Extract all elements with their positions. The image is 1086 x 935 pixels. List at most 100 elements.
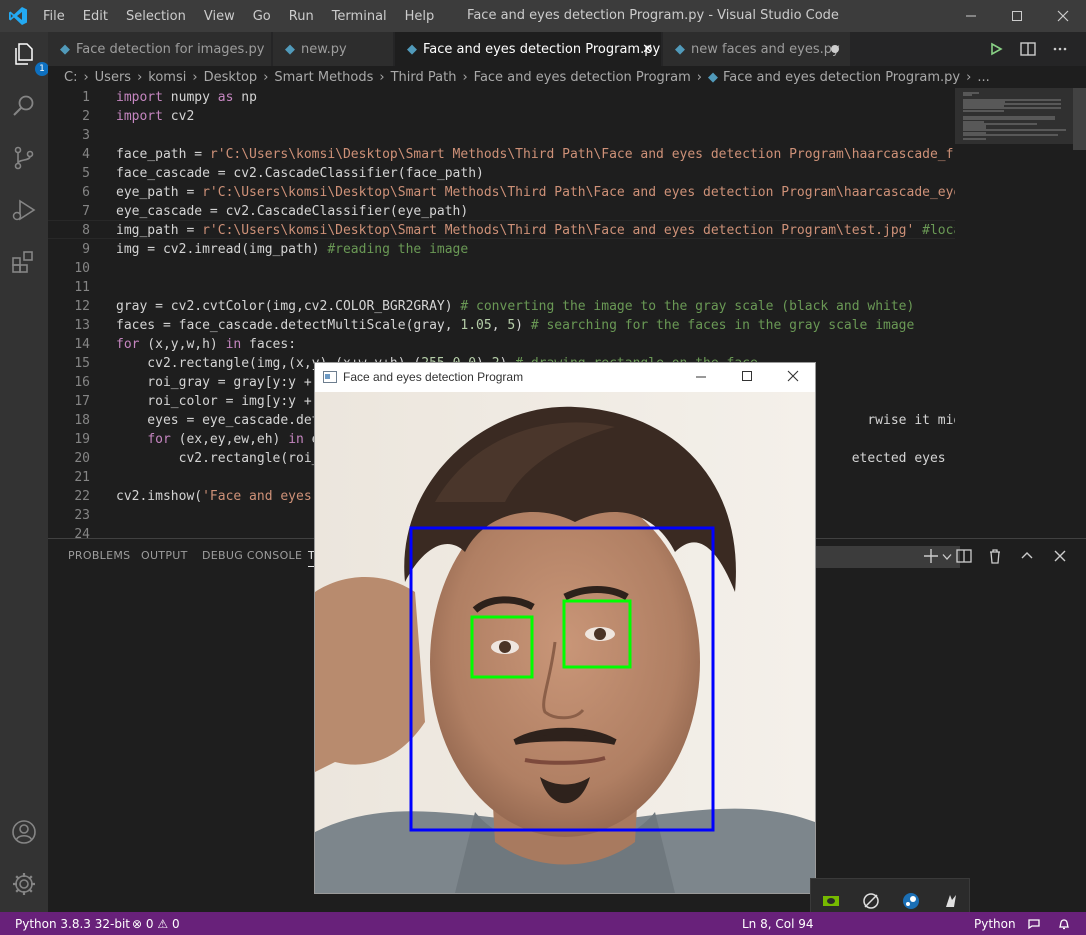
python-interpreter[interactable]: Python 3.8.3 32-bit [15, 917, 130, 931]
line-number: 2 [82, 109, 90, 124]
line-number: 24 [74, 527, 90, 538]
maximize-panel-button[interactable] [1018, 547, 1036, 565]
unsaved-dot-icon[interactable] [831, 45, 839, 53]
line-number: 17 [74, 394, 90, 409]
chevron-right-icon: › [137, 69, 143, 85]
close-tab-icon[interactable]: ✕ [642, 42, 653, 57]
close-icon[interactable] [787, 370, 799, 382]
line-number: 20 [74, 451, 90, 466]
line-number: 15 [74, 356, 90, 371]
breadcrumb-item[interactable]: Face and eyes detection Program.py [723, 70, 960, 85]
minimize-button[interactable] [948, 0, 994, 32]
explorer-button[interactable]: 1 [10, 40, 49, 76]
app-tray-icon[interactable] [941, 891, 961, 911]
breadcrumb-item[interactable]: Third Path [391, 70, 457, 85]
menu-go[interactable]: Go [244, 9, 280, 24]
menu-edit[interactable]: Edit [74, 9, 117, 24]
line-number: 23 [74, 508, 90, 523]
bell-icon[interactable] [1056, 916, 1072, 932]
line-number: 19 [74, 432, 90, 447]
menu-file[interactable]: File [34, 9, 74, 24]
breadcrumb-item[interactable]: komsi [148, 70, 186, 85]
code-line: for (ex,ey,ew,eh) in e [147, 432, 320, 447]
line-number: 10 [74, 261, 90, 276]
tab-face-and-eyes-detection-program[interactable]: ◆ Face and eyes detection Program.py ✕ [395, 32, 662, 66]
trash-icon [990, 549, 1000, 564]
menu-selection[interactable]: Selection [117, 9, 195, 24]
menu-bar: File Edit Selection View Go Run Terminal… [34, 0, 443, 32]
image-window-titlebar[interactable]: Face and eyes detection Program [315, 363, 815, 392]
line-number: 1 [82, 90, 90, 105]
tab-face-detection-for-images[interactable]: ◆ Face detection for images.py [48, 32, 272, 66]
breadcrumb-item[interactable]: Users [95, 70, 131, 85]
maximize-icon[interactable] [741, 370, 753, 382]
manage-button[interactable] [10, 870, 38, 898]
run-python-file-button[interactable] [981, 32, 1011, 66]
line-number: 7 [82, 204, 90, 219]
code-line: face_path = r'C:\Users\komsi\Desktop\Sma… [116, 147, 955, 162]
line-number: 5 [82, 166, 90, 181]
code-line: roi_color = img[y:y + [116, 394, 312, 409]
tab-new-py[interactable]: ◆ new.py [273, 32, 394, 66]
nvidia-icon[interactable] [821, 891, 841, 911]
feedback-icon[interactable] [1026, 916, 1042, 932]
steam-icon[interactable] [901, 891, 921, 911]
maximize-button[interactable] [994, 0, 1040, 32]
search-button[interactable] [10, 92, 38, 120]
split-editor-button[interactable] [1013, 32, 1043, 66]
gear-icon [13, 873, 35, 895]
minimap[interactable] [955, 88, 1073, 538]
scrollbar-thumb[interactable] [1073, 88, 1086, 150]
language-mode[interactable]: Python [974, 917, 1016, 931]
run-debug-icon [12, 199, 36, 221]
tab-label: new faces and eyes.py [691, 41, 840, 57]
python-file-icon: ◆ [707, 69, 718, 85]
line-number: 14 [74, 337, 90, 352]
line-number: 3 [82, 128, 90, 143]
breadcrumb-item[interactable]: ... [977, 70, 989, 85]
kill-terminal-button[interactable] [986, 547, 1004, 565]
tab-label: Face detection for images.py [76, 41, 265, 57]
opencv-image-window[interactable]: Face and eyes detection Program [314, 362, 816, 894]
line-number: 18 [74, 413, 90, 428]
close-panel-button[interactable] [1051, 547, 1069, 565]
tab-debug-console[interactable]: DEBUG CONSOLE [202, 549, 302, 562]
code-line: import cv2 [116, 109, 195, 124]
line-number: 8 [82, 223, 90, 238]
tab-new-faces-and-eyes[interactable]: ◆ new faces and eyes.py [663, 32, 851, 66]
minimap-line [963, 94, 972, 97]
chevron-right-icon: › [696, 69, 702, 85]
code-line: eye_cascade = cv2.CascadeClassifier(eye_… [116, 204, 469, 219]
source-control-button[interactable] [10, 144, 38, 172]
menu-view[interactable]: View [195, 9, 244, 24]
chevron-right-icon: › [83, 69, 89, 85]
tab-output[interactable]: OUTPUT [141, 549, 188, 562]
breadcrumb-item[interactable]: C: [64, 70, 77, 85]
close-icon [1057, 10, 1069, 22]
extensions-button[interactable] [10, 248, 38, 276]
menu-help[interactable]: Help [396, 9, 444, 24]
menu-terminal[interactable]: Terminal [323, 9, 396, 24]
more-actions-button[interactable] [1045, 32, 1075, 66]
error-icon: ⊗ [132, 917, 143, 931]
menu-run[interactable]: Run [280, 9, 323, 24]
network-icon[interactable] [861, 891, 881, 911]
plus-icon [924, 549, 938, 563]
close-window-button[interactable] [1040, 0, 1086, 32]
line-number: 13 [74, 318, 90, 333]
accounts-button[interactable] [10, 818, 38, 846]
new-terminal-button[interactable] [922, 547, 940, 565]
breadcrumb: C: › Users › komsi › Desktop › Smart Methods… [48, 66, 1086, 88]
vscode-logo-icon [9, 7, 27, 25]
run-debug-button[interactable] [10, 196, 38, 224]
problems-summary[interactable]: ⊗ 0 ⚠ 0 [132, 917, 180, 931]
editor-scrollbar[interactable] [1073, 88, 1086, 538]
breadcrumb-item[interactable]: Smart Methods [274, 70, 373, 85]
cursor-position[interactable]: Ln 8, Col 94 [742, 917, 814, 931]
tab-problems[interactable]: PROBLEMS [68, 549, 130, 562]
minimize-icon[interactable] [695, 372, 707, 382]
breadcrumb-item[interactable]: Desktop [204, 70, 258, 85]
split-terminal-button[interactable] [955, 547, 973, 565]
breadcrumb-item[interactable]: Face and eyes detection Program [474, 70, 691, 85]
chevron-down-icon [942, 554, 952, 560]
